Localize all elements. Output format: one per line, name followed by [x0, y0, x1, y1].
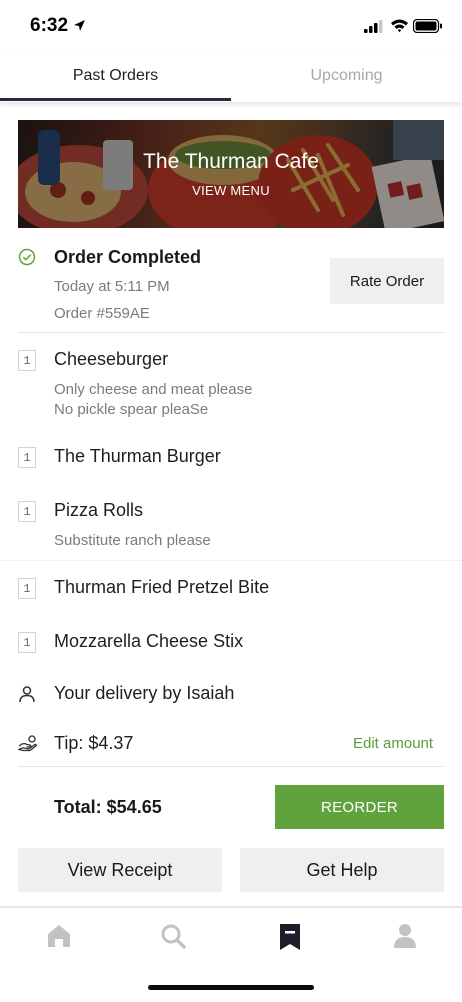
item-name: Mozzarella Cheese Stix [54, 631, 244, 651]
item-quantity: 1 [18, 578, 36, 599]
restaurant-name: The Thurman Cafe [143, 150, 319, 173]
item-note: Only cheese and meat please [54, 381, 253, 398]
wifi-icon [391, 19, 408, 33]
banner-overlay [18, 120, 444, 228]
order-status: Order Completed [54, 247, 202, 267]
person-icon [19, 686, 35, 703]
edit-tip-link[interactable]: Edit amount [353, 735, 433, 752]
restaurant-banner[interactable]: The Thurman Cafe VIEW MENU [18, 120, 444, 228]
item-quantity: 1 [18, 447, 36, 468]
item-name: The Thurman Burger [54, 446, 221, 466]
active-tab-indicator [0, 98, 231, 101]
item-note: Substitute ranch please [54, 532, 211, 549]
cellular-signal-icon [364, 20, 383, 33]
get-help-button[interactable]: Get Help [240, 848, 444, 892]
order-number: Order #559AE [54, 305, 150, 322]
tip-hand-icon [18, 735, 37, 752]
divider [18, 332, 444, 333]
battery-icon [413, 19, 442, 33]
item-name: Pizza Rolls [54, 500, 144, 520]
status-time: 6:32 [30, 15, 69, 36]
item-quantity: 1 [18, 632, 36, 653]
view-receipt-button[interactable]: View Receipt [18, 848, 222, 892]
item-quantity: 1 [18, 350, 36, 371]
check-circle-icon [18, 248, 36, 266]
delivery-driver: Your delivery by Isaiah [54, 683, 235, 703]
item-name: Thurman Fried Pretzel Bite [54, 577, 270, 597]
item-name: Cheeseburger [54, 349, 169, 369]
tab-past-orders[interactable]: Past Orders [0, 52, 231, 102]
status-bar: 6:32 [0, 0, 462, 50]
order-tabs: Past Orders Upcoming [0, 52, 462, 102]
divider [0, 560, 462, 561]
view-menu-link[interactable]: VIEW MENU [18, 183, 444, 198]
rate-order-button[interactable]: Rate Order [330, 258, 444, 304]
home-indicator [148, 985, 314, 990]
tip-amount: Tip: $4.37 [54, 733, 134, 753]
divider [18, 766, 444, 767]
order-total: Total: $54.65 [54, 797, 162, 817]
item-note: No pickle spear pleaSe [54, 401, 209, 418]
order-time: Today at 5:11 PM [54, 278, 170, 295]
location-arrow-icon [74, 20, 85, 31]
tab-upcoming[interactable]: Upcoming [231, 52, 462, 102]
home-icon[interactable] [46, 923, 72, 949]
account-icon[interactable] [393, 923, 417, 949]
item-quantity: 1 [18, 501, 36, 522]
search-icon[interactable] [160, 923, 186, 949]
orders-icon[interactable] [278, 923, 302, 951]
reorder-button[interactable]: REORDER [275, 785, 444, 829]
